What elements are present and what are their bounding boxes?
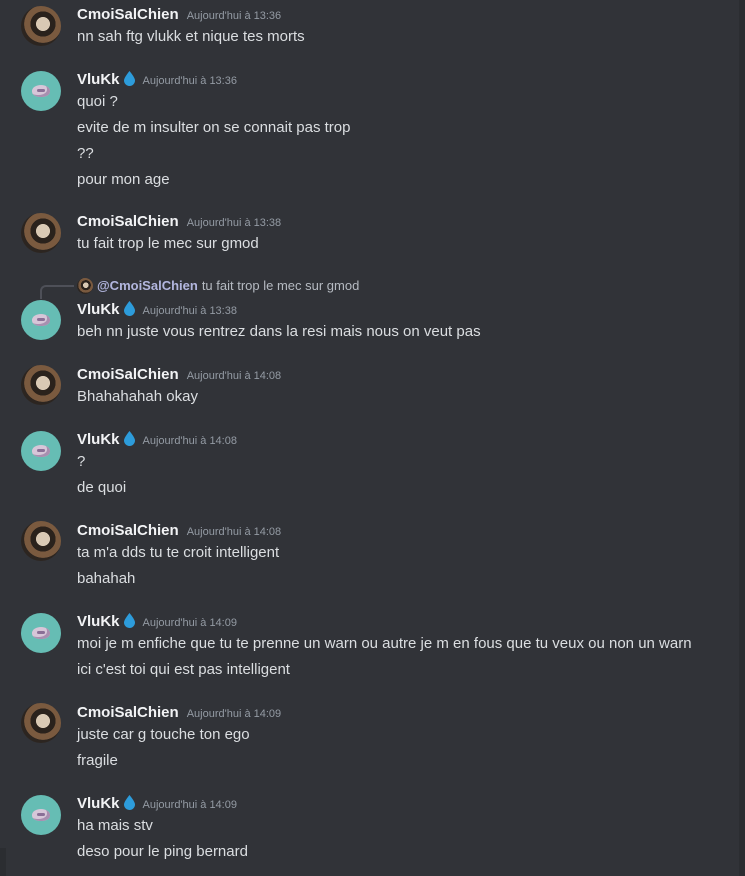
username[interactable]: CmoiSalChien (77, 366, 179, 383)
message-content: ta m'a dds tu te croit intelligent (77, 544, 280, 561)
message-header: VluKk Aujourd'hui à 13:36 (77, 70, 237, 90)
reply-avatar (77, 277, 93, 294)
left-edge-divider (0, 848, 6, 876)
username[interactable]: VluKk (77, 795, 120, 812)
avatar[interactable] (21, 6, 61, 46)
message-header: CmoiSalChien Aujourd'hui à 14:08 (77, 365, 281, 385)
message-content: evite de m insulter on se connait pas tr… (77, 119, 351, 136)
drop-icon (123, 300, 135, 316)
message-timestamp: Aujourd'hui à 14:09 (186, 708, 282, 720)
message-timestamp: Aujourd'hui à 14:08 (186, 370, 282, 382)
message-timestamp: Aujourd'hui à 14:08 (186, 526, 282, 538)
scrollbar-track[interactable] (739, 0, 745, 876)
message-content: pour mon age (77, 171, 170, 188)
message-content: juste car g touche ton ego (77, 726, 250, 743)
message-timestamp: Aujourd'hui à 13:38 (142, 305, 237, 317)
message-content: quoi ? (77, 93, 118, 110)
message-content: nn sah ftg vlukk et nique tes morts (77, 28, 305, 45)
message-header: CmoiSalChien Aujourd'hui à 14:08 (77, 521, 281, 541)
message-header: VluKk Aujourd'hui à 14:08 (77, 430, 237, 450)
message-timestamp: Aujourd'hui à 13:36 (142, 75, 237, 87)
username[interactable]: CmoiSalChien (77, 6, 179, 23)
drop-icon (123, 612, 135, 628)
drop-icon (123, 430, 135, 446)
username[interactable]: CmoiSalChien (77, 522, 179, 539)
avatar[interactable] (21, 521, 61, 561)
avatar[interactable] (21, 613, 61, 653)
message-timestamp: Aujourd'hui à 14:09 (142, 799, 237, 811)
message-header: VluKk Aujourd'hui à 13:38 (77, 300, 237, 320)
message-content: tu fait trop le mec sur gmod (77, 235, 259, 252)
avatar[interactable] (21, 365, 61, 405)
message-timestamp: Aujourd'hui à 13:36 (186, 10, 282, 22)
username[interactable]: VluKk (77, 613, 120, 630)
avatar[interactable] (21, 703, 61, 743)
username[interactable]: VluKk (77, 431, 120, 448)
message-header: CmoiSalChien Aujourd'hui à 14:09 (77, 703, 281, 723)
message-list: CmoiSalChien Aujourd'hui à 13:36 nn sah f… (0, 0, 745, 876)
message-timestamp: Aujourd'hui à 13:38 (186, 217, 282, 229)
message-header: CmoiSalChien Aujourd'hui à 13:36 (77, 5, 281, 25)
message-content: Bhahahahah okay (77, 388, 198, 405)
message-header: VluKk Aujourd'hui à 14:09 (77, 794, 237, 814)
message-content: deso pour le ping bernard (77, 843, 248, 860)
username[interactable]: CmoiSalChien (77, 704, 179, 721)
username[interactable]: VluKk (77, 301, 120, 318)
username[interactable]: VluKk (77, 71, 120, 88)
avatar[interactable] (21, 795, 61, 835)
avatar[interactable] (21, 431, 61, 471)
reply-spine (40, 285, 74, 299)
reply-text: tu fait trop le mec sur gmod (201, 278, 360, 293)
message-content: ha mais stv (77, 817, 153, 834)
message-content: ? (77, 453, 86, 470)
message-content: bahahah (77, 570, 136, 587)
drop-icon (123, 794, 135, 810)
username[interactable]: CmoiSalChien (77, 213, 179, 230)
reply-mention[interactable]: @CmoiSalChien (97, 278, 198, 293)
message-timestamp: Aujourd'hui à 14:09 (142, 617, 237, 629)
message-content: ici c'est toi qui est pas intelligent (77, 661, 290, 678)
message-content: moi je m enfiche que tu te prenne un war… (77, 635, 692, 652)
avatar[interactable] (21, 300, 61, 340)
message-content: de quoi (77, 479, 127, 496)
avatar[interactable] (21, 213, 61, 253)
message-timestamp: Aujourd'hui à 14:08 (142, 435, 237, 447)
message-content: beh nn juste vous rentrez dans la resi m… (77, 323, 481, 340)
message-content: fragile (77, 752, 118, 769)
drop-icon (123, 70, 135, 86)
avatar[interactable] (21, 71, 61, 111)
message-header: CmoiSalChien Aujourd'hui à 13:38 (77, 212, 281, 232)
message-header: VluKk Aujourd'hui à 14:09 (77, 612, 237, 632)
message-content: ?? (77, 145, 94, 162)
reply-preview[interactable]: @CmoiSalChien tu fait trop le mec sur gmo… (77, 277, 359, 295)
